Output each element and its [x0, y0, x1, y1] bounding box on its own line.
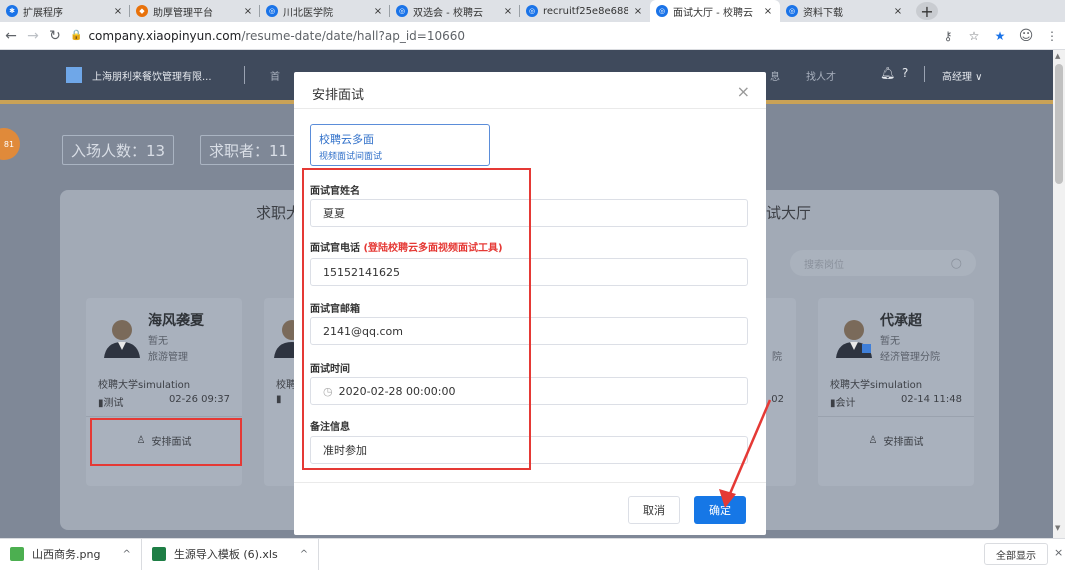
person-icon: ♙ — [868, 434, 878, 446]
bookmark-star-icon[interactable]: ☆ — [964, 26, 984, 46]
stat-attendance: 入场人数：13 — [62, 135, 175, 165]
close-icon[interactable]: × — [737, 82, 750, 101]
tab-close-icon[interactable]: × — [112, 6, 124, 17]
new-tab-button[interactable]: + — [916, 2, 938, 21]
tab-downloads[interactable]: ◎ 资料下载 × — [780, 0, 910, 22]
search-input[interactable]: 搜索岗位 ○ — [790, 250, 976, 276]
browser-tab-bar: ✱ 扩展程序 × ◆ 助厚管理平台 × ◎ 川北医学院 × ◎ 双选会 - 校聘… — [0, 0, 1065, 22]
dialog-footer-divider — [294, 482, 766, 483]
tab-close-icon[interactable]: × — [372, 6, 384, 17]
excel-file-icon — [151, 547, 166, 561]
reload-icon[interactable]: ↻ — [44, 25, 66, 47]
brand-icon: ◆ — [136, 5, 148, 17]
download-item[interactable]: 山西商务.png ^ — [0, 538, 142, 570]
company-name: 上海朋利来餐饮管理有限... — [92, 72, 212, 83]
nav-home[interactable]: 首 — [270, 68, 280, 83]
site-icon: ◎ — [786, 5, 798, 17]
key-icon[interactable]: ⚷ — [938, 26, 958, 46]
stat-job-seekers: 求职者：11 — [200, 135, 298, 165]
lock-icon: 🔒 — [70, 30, 83, 41]
panel-title-right: 试大厅 — [766, 204, 812, 222]
scroll-up-icon[interactable]: ▲ — [1055, 52, 1060, 60]
avatar — [836, 320, 872, 358]
highlight-box — [90, 418, 242, 466]
avatar — [104, 320, 140, 358]
tab-extensions[interactable]: ✱ 扩展程序 × — [0, 0, 130, 22]
tab-interview-hall[interactable]: ◎ 面试大厅 - 校聘云 × — [650, 0, 780, 22]
more-menu-icon[interactable]: ⋮ — [1042, 26, 1062, 46]
site-icon: ◎ — [526, 5, 538, 17]
back-arrow-icon[interactable]: ← — [0, 25, 22, 47]
dialog-title: 安排面试 — [312, 88, 365, 103]
header-divider — [244, 66, 245, 84]
nav-info[interactable]: 息 — [770, 68, 780, 83]
chevron-up-icon[interactable]: ^ — [122, 549, 130, 560]
scrollbar-thumb[interactable] — [1055, 64, 1063, 184]
candidate-card: 代承超 暂无 经济管理分院 校聘大学simulation ▮会计 02-14 1… — [818, 298, 974, 486]
header-divider — [924, 66, 925, 82]
tab-close-icon[interactable]: × — [892, 6, 904, 17]
downloads-bar: 山西商务.png ^ 生源导入模板 (6).xls ^ — [0, 538, 1065, 570]
scroll-down-icon[interactable]: ▼ — [1055, 524, 1060, 532]
interview-tool-option[interactable]: 校聘云多面 视频面试间面试 — [310, 124, 490, 166]
tab-job-fair[interactable]: ◎ 双选会 - 校聘云 × — [390, 0, 520, 22]
show-all-downloads-button[interactable]: 全部显示 — [984, 543, 1048, 565]
reading-list-icon[interactable]: ★ — [990, 26, 1010, 46]
bell-icon[interactable]: 🔔︎ — [880, 66, 895, 80]
help-icon[interactable]: ? — [902, 66, 908, 80]
close-icon[interactable]: × — [1054, 546, 1063, 559]
company-logo-icon — [66, 67, 82, 83]
tab-medical-college[interactable]: ◎ 川北医学院 × — [260, 0, 390, 22]
schedule-interview-button[interactable]: ♙ 安排面试 — [818, 428, 974, 452]
card-divider — [818, 416, 974, 417]
tab-close-icon[interactable]: × — [632, 6, 644, 17]
site-icon: ◎ — [266, 5, 278, 17]
confirm-button[interactable]: 确定 — [694, 496, 746, 524]
chevron-up-icon[interactable]: ^ — [300, 549, 308, 560]
cancel-button[interactable]: 取消 — [628, 496, 680, 524]
profile-icon[interactable]: ☺ — [1016, 26, 1036, 46]
card-divider — [86, 416, 242, 417]
page-scrollbar[interactable]: ▲ ▼ — [1053, 50, 1065, 538]
dialog-divider — [294, 108, 766, 109]
search-icon[interactable]: ○ — [951, 256, 962, 271]
position-tag: ▮会计 — [830, 398, 856, 409]
tag-icon: ▮ — [276, 394, 282, 405]
site-icon: ◎ — [656, 5, 668, 17]
tab-recruit[interactable]: ◎ recruitf25e8e688 × — [520, 0, 650, 22]
site-icon: ◎ — [396, 5, 408, 17]
address-bar: ← → ↻ 🔒 company.xiaopinyun.com/resume-da… — [0, 22, 1065, 50]
tab-management-platform[interactable]: ◆ 助厚管理平台 × — [130, 0, 260, 22]
nav-find-talent[interactable]: 找人才 — [806, 68, 836, 83]
highlight-box — [302, 168, 531, 470]
tab-close-icon[interactable]: × — [502, 6, 514, 17]
puzzle-icon: ✱ — [6, 5, 18, 17]
forward-arrow-icon[interactable]: → — [22, 25, 44, 47]
tab-close-icon[interactable]: × — [762, 6, 774, 17]
url-field[interactable]: 🔒 company.xiaopinyun.com/resume-date/dat… — [70, 25, 935, 47]
download-item[interactable]: 生源导入模板 (6).xls ^ — [142, 538, 320, 570]
position-tag: ▮测试 — [98, 398, 124, 409]
image-file-icon — [10, 547, 24, 561]
user-menu[interactable]: 高经理 ∨ — [942, 68, 983, 83]
tab-close-icon[interactable]: × — [242, 6, 254, 17]
